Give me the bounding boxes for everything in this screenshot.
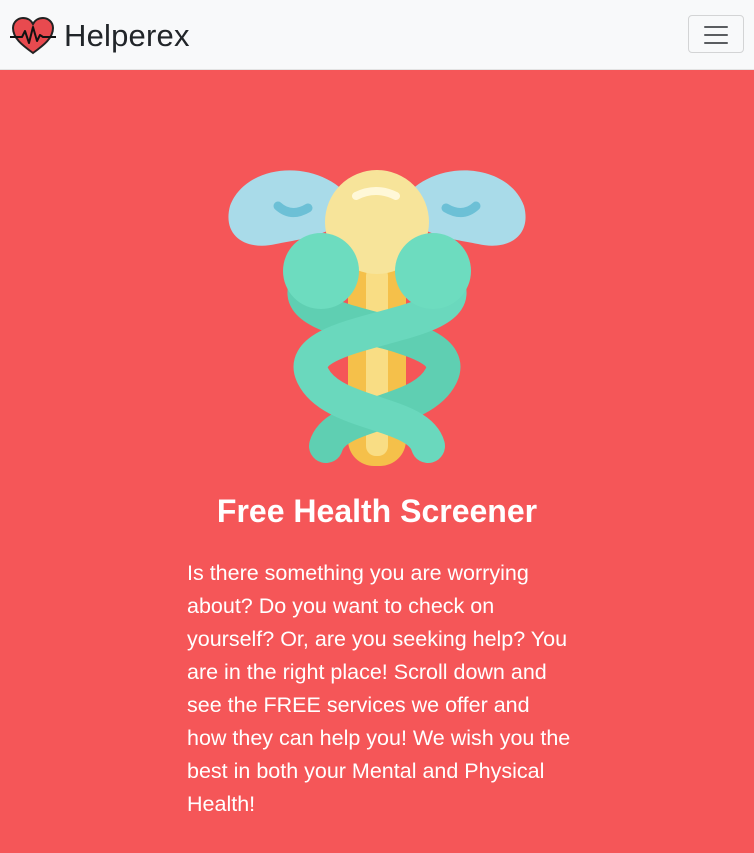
caduceus-icon	[228, 170, 526, 466]
hero-description: Is there something you are worrying abou…	[187, 560, 571, 816]
navbar-toggle-button[interactable]	[688, 15, 744, 53]
navbar: Helperex	[0, 0, 754, 70]
hamburger-menu-icon	[704, 26, 728, 44]
hero-section: Free Health Screener Is there something …	[0, 70, 754, 853]
page-title: Free Health Screener	[216, 493, 538, 530]
brand-link[interactable]: Helperex	[10, 14, 190, 58]
heart-pulse-icon	[10, 16, 56, 55]
brand-name: Helperex	[64, 18, 190, 53]
